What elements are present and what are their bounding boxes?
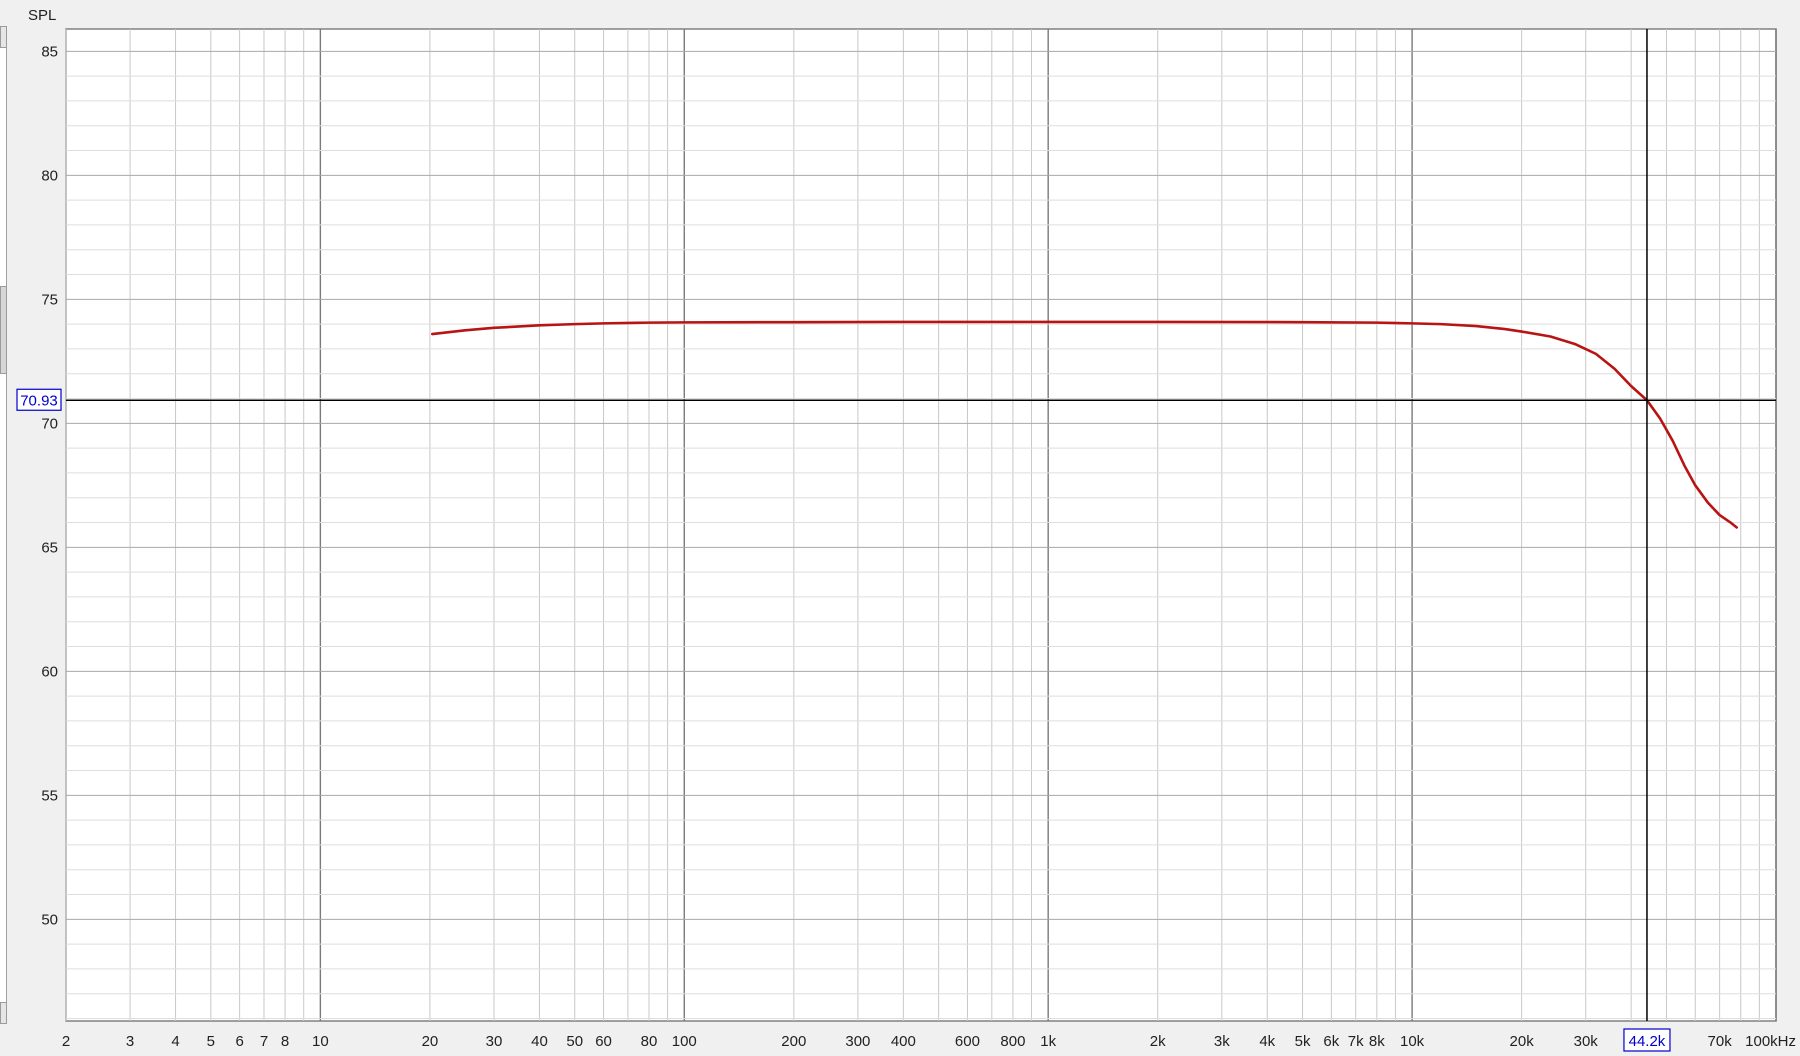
x-tick-label: 100kHz xyxy=(1745,1033,1796,1050)
x-tick-label: 10 xyxy=(312,1033,329,1050)
x-tick-label: 70k xyxy=(1708,1033,1733,1050)
x-tick-label: 2 xyxy=(62,1033,70,1050)
x-tick-label: 8k xyxy=(1369,1033,1385,1050)
x-tick-label: 50 xyxy=(566,1033,583,1050)
x-tick-label: 5 xyxy=(207,1033,215,1050)
x-tick-label: 100 xyxy=(672,1033,697,1050)
plot-area[interactable] xyxy=(65,28,1777,1022)
x-tick-label: 8 xyxy=(281,1033,289,1050)
x-tick-label: 800 xyxy=(1000,1033,1025,1050)
x-tick-label: 7k xyxy=(1348,1033,1364,1050)
x-tick-label: 5k xyxy=(1295,1033,1311,1050)
x-tick-label: 400 xyxy=(891,1033,916,1050)
y-tick-label: 75 xyxy=(41,291,58,308)
spl-frequency-chart[interactable]: 2 3 4 5 6 7 8 10 20 30 40 50 60 80 100 200 300 400 600 800 1… xyxy=(0,0,1800,1056)
x-tick-label: 80 xyxy=(641,1033,658,1050)
x-tick-label: 200 xyxy=(781,1033,806,1050)
x-tick-label: 20 xyxy=(422,1033,439,1050)
y-tick-label: 70 xyxy=(41,415,58,432)
y-tick-label: 60 xyxy=(41,663,58,680)
x-tick-label: 40 xyxy=(531,1033,548,1050)
cursor-y-value: 70.93 xyxy=(20,392,58,409)
x-tick-label: 2k xyxy=(1150,1033,1166,1050)
y-tick-label: 65 xyxy=(41,539,58,556)
x-tick-label: 30k xyxy=(1574,1033,1599,1050)
x-tick-label: 6k xyxy=(1323,1033,1339,1050)
x-tick-label: 7 xyxy=(260,1033,268,1050)
x-tick-label: 1k xyxy=(1040,1033,1056,1050)
x-tick-label: 30 xyxy=(486,1033,503,1050)
y-tick-label: 50 xyxy=(41,911,58,928)
y-tick-label: 85 xyxy=(41,43,58,60)
x-tick-label: 3 xyxy=(126,1033,134,1050)
cursor-x-value: 44.2k xyxy=(1629,1033,1666,1050)
x-tick-label: 20k xyxy=(1510,1033,1535,1050)
x-tick-label: 4k xyxy=(1259,1033,1275,1050)
y-tick-label: 55 xyxy=(41,787,58,804)
x-tick-label: 600 xyxy=(955,1033,980,1050)
x-tick-label: 6 xyxy=(235,1033,243,1050)
y-axis-label: SPL xyxy=(28,7,56,24)
x-tick-label: 300 xyxy=(845,1033,870,1050)
x-tick-label: 10k xyxy=(1400,1033,1425,1050)
x-tick-label: 3k xyxy=(1214,1033,1230,1050)
x-tick-label: 60 xyxy=(595,1033,612,1050)
y-tick-label: 80 xyxy=(41,167,58,184)
x-tick-label: 4 xyxy=(171,1033,179,1050)
